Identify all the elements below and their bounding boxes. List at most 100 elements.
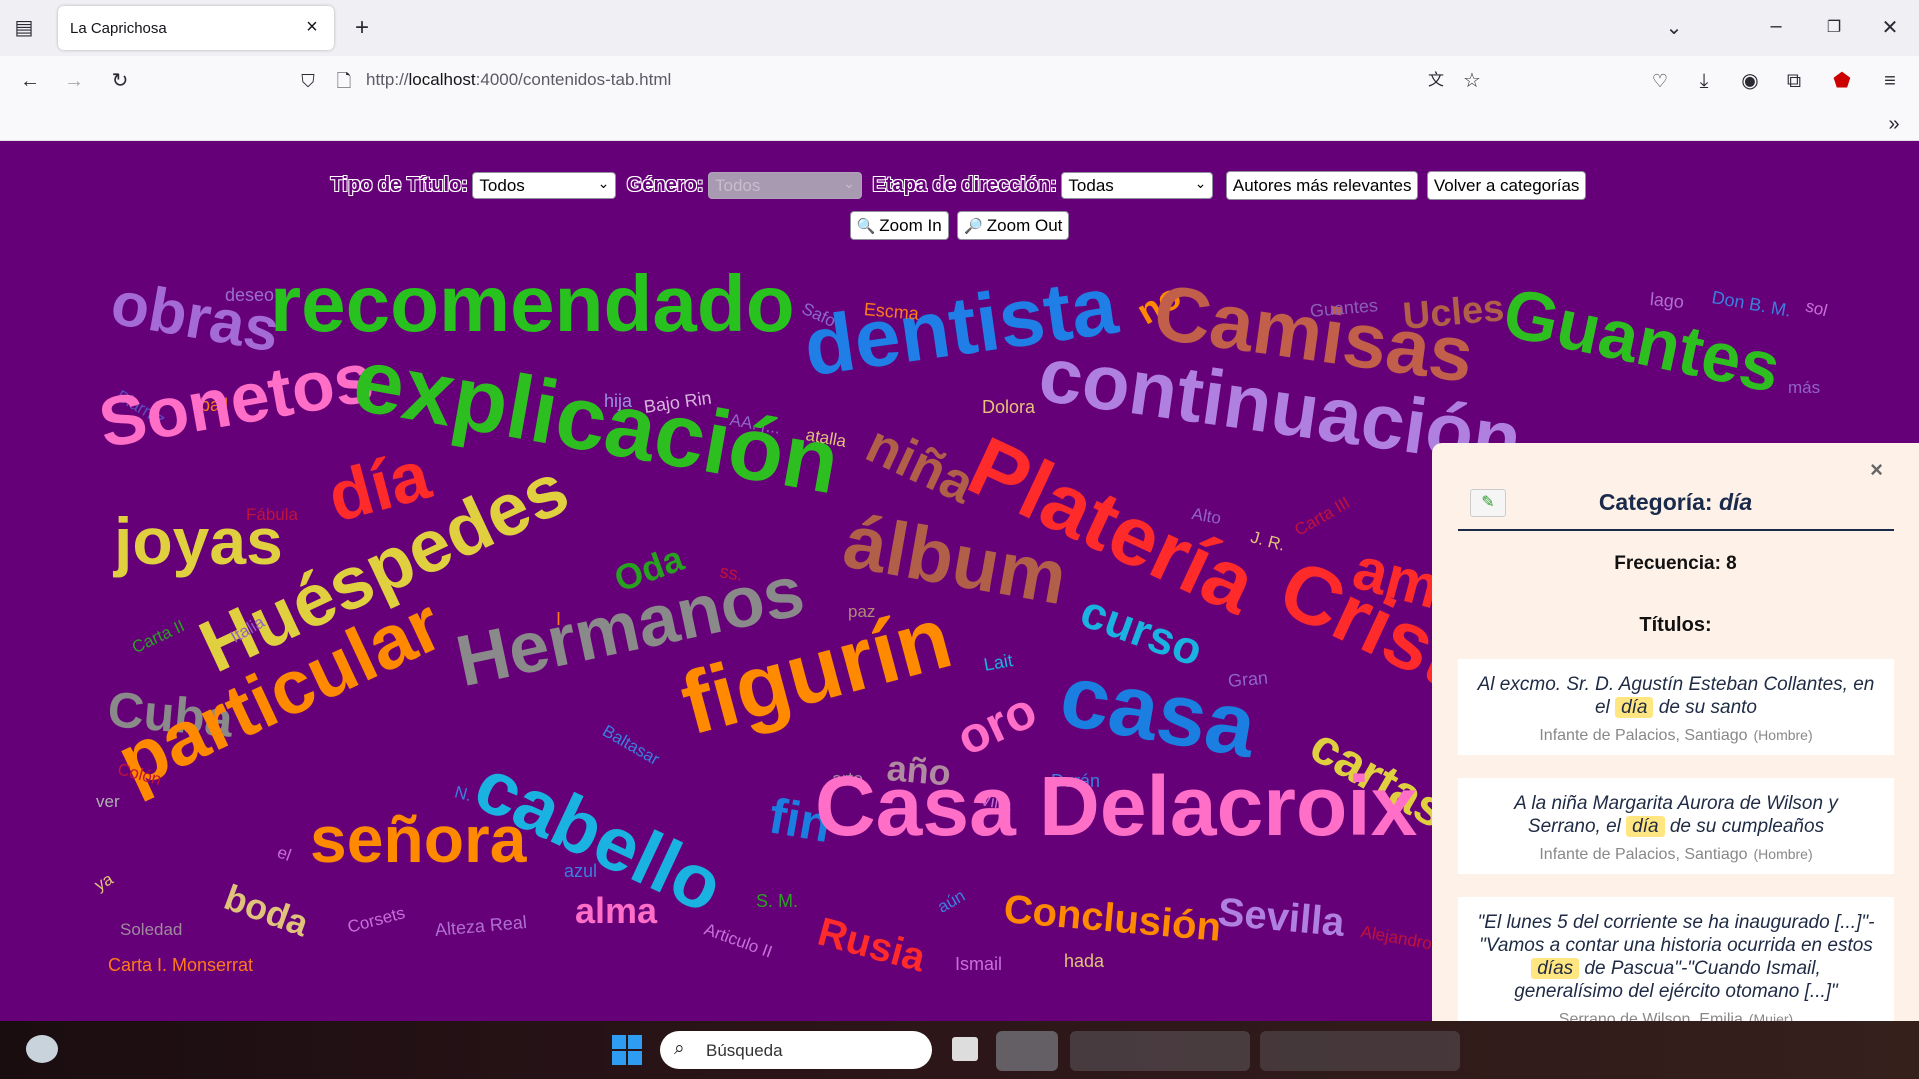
cloud-word[interactable]: Ucles <box>1401 287 1506 338</box>
page-content: deseo obras recomendado dentista Safo Escma no… <box>0 141 1919 1021</box>
overflow-icon[interactable]: » <box>1878 108 1910 140</box>
cloud-word[interactable]: Alejandro <box>1359 922 1433 953</box>
page-icon[interactable]: 🗋 <box>328 65 360 97</box>
start-icon[interactable] <box>612 1035 642 1065</box>
cloud-word[interactable]: azul <box>564 862 597 880</box>
new-tab-icon[interactable]: + <box>346 12 378 44</box>
cloud-word[interactable]: joyas <box>114 508 283 574</box>
cloud-word[interactable]: el <box>275 842 294 864</box>
account-icon[interactable]: ◉ <box>1734 65 1766 97</box>
forward-icon[interactable]: → <box>58 65 90 97</box>
cloud-word[interactable]: hada <box>1064 952 1104 970</box>
panel-title: Categoría: día <box>1432 489 1919 516</box>
zoom-in-button[interactable]: 🔍 Zoom In <box>849 211 949 240</box>
panel-title-prefix: Categoría: <box>1598 489 1719 515</box>
cloud-word[interactable]: Don B. M. <box>1710 287 1792 321</box>
browser-tab[interactable]: La Caprichosa × <box>58 6 334 50</box>
cloud-word[interactable]: lago <box>1649 289 1685 312</box>
title-highlight: día <box>1626 816 1665 837</box>
cloud-word[interactable]: Carta I. Monserrat <box>108 956 253 974</box>
panel-divider <box>1458 529 1894 531</box>
title-card[interactable]: A la niña Margarita Aurora de Wilson y S… <box>1458 778 1894 874</box>
pinned-app-icon[interactable] <box>1070 1031 1250 1071</box>
zoom-controls: 🔍 Zoom In 🔎 Zoom Out <box>0 211 1919 240</box>
cloud-word[interactable]: Articulo II <box>702 919 775 961</box>
title-author: Serrano de Wilson, Emilia (Mujer) <box>1476 1011 1876 1021</box>
url-bar[interactable]: http://localhost:4000/contenidos-tab.htm… <box>366 70 671 90</box>
pinned-app-icon[interactable] <box>1260 1031 1460 1071</box>
cloud-word[interactable]: recomendado <box>270 264 795 344</box>
translate-icon[interactable]: 文 <box>1420 65 1452 97</box>
pinned-app-icon[interactable] <box>996 1031 1058 1071</box>
title-card[interactable]: "El lunes 5 del corriente se ha inaugura… <box>1458 897 1894 1021</box>
cloud-word[interactable]: sol <box>1804 296 1830 320</box>
genero-select: Todos ⌄ <box>708 172 862 199</box>
cloud-word[interactable]: Ismail <box>955 955 1002 973</box>
cloud-word[interactable]: oro <box>948 682 1045 767</box>
tab-overflow-chevron-icon[interactable]: ⌄ <box>1658 12 1690 44</box>
restore-icon[interactable]: ❐ <box>1818 12 1850 44</box>
cloud-word[interactable]: boda <box>219 876 314 944</box>
taskbar: ⌕ Búsqueda <box>0 1021 1919 1079</box>
shield-icon[interactable]: ⛉ <box>292 65 324 97</box>
titles-heading: Títulos: <box>1639 614 1712 636</box>
url-prefix: http:// <box>366 70 409 89</box>
zoom-out-button[interactable]: 🔎 Zoom Out <box>957 211 1070 240</box>
star-icon[interactable]: ☆ <box>1456 65 1488 97</box>
frequency-label: Frecuencia: 8 <box>1614 553 1737 574</box>
cloud-word[interactable]: aún <box>934 886 968 917</box>
extensions-icon[interactable]: ⧉ <box>1778 65 1810 97</box>
chevron-down-icon: ⌄ <box>1194 175 1207 191</box>
pocket-icon[interactable]: ♡ <box>1644 65 1676 97</box>
autores-button[interactable]: Autores más relevantes <box>1225 171 1419 200</box>
cloud-word[interactable]: ya <box>91 869 116 894</box>
cloud-word[interactable]: Escma <box>863 299 920 324</box>
author-name: Infante de Palacios, Santiago <box>1539 727 1748 744</box>
close-icon[interactable]: × <box>1870 457 1883 483</box>
cloud-word[interactable]: Sevilla <box>1216 890 1346 945</box>
chevron-down-icon: ⌄ <box>597 175 610 191</box>
download-icon[interactable]: ⤓ <box>1688 65 1720 97</box>
cloud-word[interactable]: Soledad <box>120 921 182 938</box>
cloud-word[interactable]: alma <box>575 893 657 929</box>
cloud-word[interactable]: Rusia <box>813 910 930 981</box>
cloud-word[interactable]: Baltasar <box>599 721 663 769</box>
back-icon[interactable]: ← <box>14 65 46 97</box>
cloud-word[interactable]: ver <box>96 793 120 810</box>
volver-button[interactable]: Volver a categorías <box>1426 171 1587 200</box>
weather-icon[interactable] <box>26 1035 58 1063</box>
cloud-word[interactable]: Carta II <box>129 616 188 657</box>
cloud-word[interactable]: Alto <box>1190 504 1222 528</box>
cloud-word[interactable]: I <box>556 610 561 628</box>
cloud-word[interactable]: Alteza Real <box>434 912 527 940</box>
minimize-icon[interactable]: – <box>1760 10 1792 42</box>
cloud-word[interactable]: Corsets <box>346 903 407 937</box>
search-icon: ⌕ <box>674 1038 685 1059</box>
tab-title: La Caprichosa <box>70 20 167 37</box>
genero-value: Todos <box>715 176 761 195</box>
author-gender: (Hombre) <box>1753 846 1813 862</box>
tab-list-icon[interactable]: ▤ <box>8 12 40 44</box>
taskbar-search[interactable]: ⌕ Búsqueda <box>660 1031 932 1069</box>
cloud-word[interactable]: casa <box>1053 645 1263 776</box>
cloud-word[interactable]: S. M. <box>756 892 798 910</box>
tipo-select[interactable]: Todos ⌄ <box>472 172 617 199</box>
ublock-icon[interactable]: ⬟ <box>1826 65 1858 97</box>
close-icon[interactable]: ✕ <box>1874 12 1906 44</box>
task-view-icon[interactable] <box>952 1037 978 1061</box>
cloud-word[interactable]: Dolora <box>982 398 1035 416</box>
cloud-word[interactable]: más <box>1788 379 1820 396</box>
title-card[interactable]: Al excmo. Sr. D. Agustín Esteban Collant… <box>1458 659 1894 755</box>
reload-icon[interactable]: ↻ <box>104 65 136 97</box>
cloud-word[interactable]: Casa Delacroix <box>815 764 1417 848</box>
title-text-after: de su cumpleaños <box>1669 816 1825 837</box>
zoom-out-label: Zoom Out <box>986 216 1063 235</box>
cloud-word[interactable]: señora <box>310 806 526 872</box>
etapa-select[interactable]: Todas ⌄ <box>1061 172 1214 199</box>
menu-icon[interactable]: ≡ <box>1874 65 1906 97</box>
cloud-word[interactable]: Lait <box>982 650 1014 675</box>
cloud-word[interactable]: Carta III <box>1291 493 1353 540</box>
navigation-bar: ← → ↻ ⛉ 🗋 http://localhost:4000/contenid… <box>0 56 1919 106</box>
tab-close-icon[interactable]: × <box>300 15 324 39</box>
cloud-word[interactable]: Conclusión <box>1002 887 1223 950</box>
